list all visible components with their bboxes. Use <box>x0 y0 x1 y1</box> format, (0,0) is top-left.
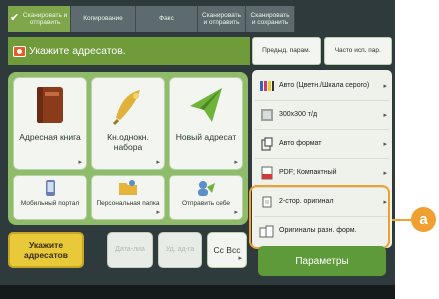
file-format-icon <box>261 166 273 180</box>
resolution-setting[interactable]: 300x300 т/д ▸ <box>255 101 389 130</box>
color-mode-icon <box>260 81 274 91</box>
options-button[interactable]: Параметры <box>258 246 386 276</box>
previous-settings-button[interactable]: Предыд. парам. <box>252 37 321 65</box>
arrow-icon: ▸ <box>383 83 387 90</box>
one-touch-button[interactable]: Кн.однокн. набора ▸ <box>91 77 165 170</box>
favorite-settings-button[interactable]: Часто исп. пар. <box>323 37 392 65</box>
arrow-icon: ▸ <box>234 159 238 166</box>
title-bar: Укажите адресатов. <box>8 37 250 65</box>
highlight-frame <box>249 185 390 249</box>
tab-scan-and-store[interactable]: Сканировать и сохранить <box>246 6 295 32</box>
arrow-icon: ▸ <box>156 159 160 166</box>
file-format-setting[interactable]: PDF; Компактный ▸ <box>255 159 389 188</box>
arrow-icon: ▸ <box>156 209 160 216</box>
tab-fax[interactable]: Факс <box>136 6 198 32</box>
mobile-portal-button[interactable]: Мобильный портал <box>13 175 87 220</box>
destination-icon <box>13 45 26 57</box>
address-book-icon <box>37 87 63 123</box>
cc-bcc-button[interactable]: Cc Bcc ▸ <box>207 232 247 268</box>
tab-copy[interactable]: Копирование <box>71 6 136 32</box>
resolution-icon <box>261 109 273 121</box>
page-title: Укажите адресатов. <box>29 45 126 57</box>
address-book-button[interactable]: Адресная книга ▸ <box>13 77 87 170</box>
tab-scan-and-send-2[interactable]: Сканировать и отправить <box>198 6 246 32</box>
send-to-myself-icon <box>198 181 215 196</box>
arrow-icon: ▸ <box>383 170 387 177</box>
scan-size-icon <box>261 137 273 151</box>
personal-folder-icon <box>119 180 137 195</box>
paper-plane-icon <box>190 88 222 122</box>
arrow-icon: ▸ <box>238 255 242 262</box>
to-button: Дата-лиа <box>107 232 153 268</box>
arrow-icon: ▸ <box>78 159 82 166</box>
send-to-myself-button[interactable]: Отправить себе ▸ <box>169 175 243 220</box>
color-mode-setting[interactable]: Авто (Цветн./Шкала серого) ▸ <box>255 72 389 101</box>
new-destination-button[interactable]: Новый адресат ▸ <box>169 77 243 170</box>
device-screen: ✔ Сканировать и отправить Копирование Фа… <box>0 0 395 299</box>
function-tabs: ✔ Сканировать и отправить Копирование Фа… <box>8 6 395 32</box>
scan-size-setting[interactable]: Авто формат ▸ <box>255 130 389 159</box>
mobile-portal-icon <box>46 180 55 196</box>
arrow-icon: ▸ <box>383 141 387 148</box>
settings-column: Предыд. парам. Часто исп. пар. Авто (Цве… <box>249 37 392 249</box>
tab-scan-and-send[interactable]: ✔ Сканировать и отправить <box>8 6 71 32</box>
specify-destinations-button[interactable]: Укажите адресатов <box>8 232 84 268</box>
personal-folder-button[interactable]: Персональная папка ▸ <box>91 175 165 220</box>
arrow-icon: ▸ <box>234 209 238 216</box>
one-touch-icon <box>112 90 140 126</box>
check-icon: ✔ <box>10 12 20 25</box>
screen-bottom-bar <box>0 285 395 299</box>
arrow-icon: ▸ <box>383 112 387 119</box>
address-panel: Адресная книга ▸ Кн.однокн. набора ▸ Нов… <box>8 72 248 225</box>
callout-marker: a <box>411 207 436 232</box>
cc-disabled-button: Уд. ад-га <box>158 232 202 268</box>
